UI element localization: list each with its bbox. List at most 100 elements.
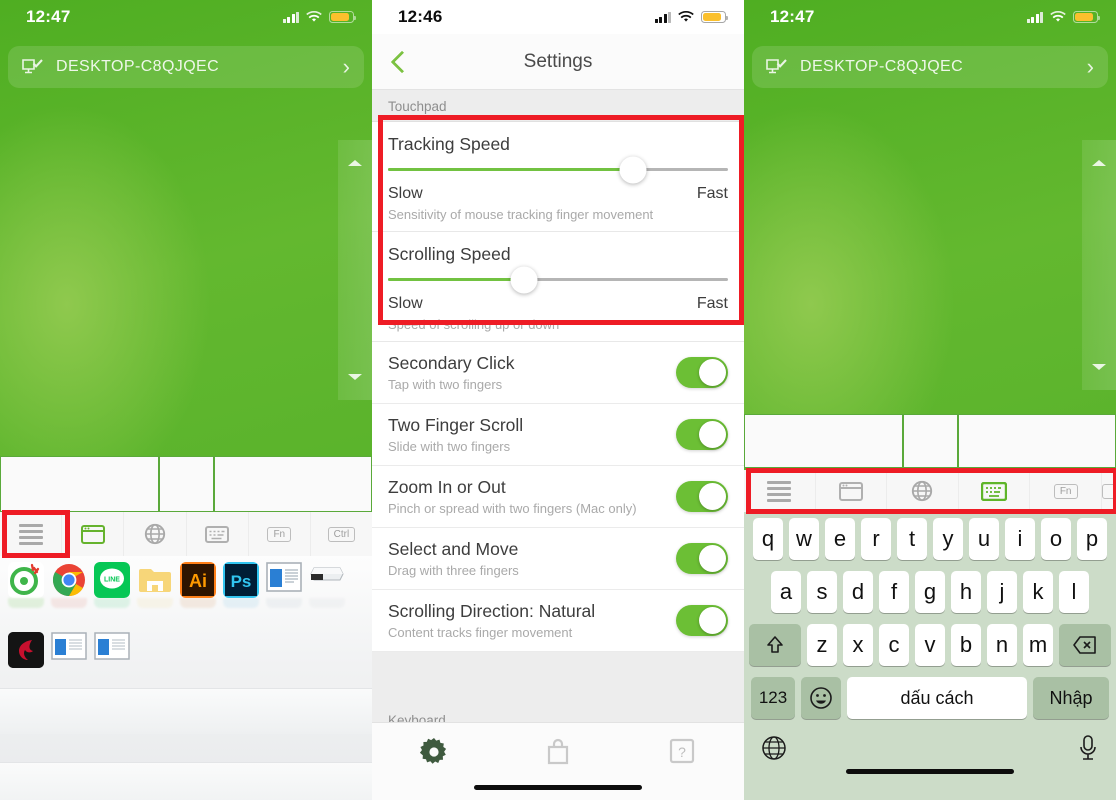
setting-row-secondary-click[interactable]: Secondary Click Tap with two fingers: [372, 342, 744, 404]
setting-row-scrolling-direction[interactable]: Scrolling Direction: Natural Content tra…: [372, 590, 744, 652]
wifi-icon: [1050, 11, 1066, 23]
scroll-up-chevron-icon[interactable]: [348, 160, 362, 166]
key-m[interactable]: m: [1023, 624, 1053, 666]
tab-help[interactable]: ?: [620, 737, 744, 765]
app-icon-green-c[interactable]: [8, 562, 44, 598]
mouse-middle-button[interactable]: [159, 456, 214, 512]
app-icon-usb-drive[interactable]: [309, 562, 345, 598]
key-b[interactable]: b: [951, 624, 981, 666]
mouse-left-button[interactable]: [0, 456, 159, 512]
app-icon-garena[interactable]: [8, 632, 44, 668]
right-remote-panel: 12:47 DESKTOP-C8QJQEC › Fn q w e r t y u…: [744, 0, 1116, 800]
tab-store[interactable]: [496, 737, 620, 765]
key-f[interactable]: f: [879, 571, 909, 613]
slider-max-label: Fast: [696, 185, 728, 202]
key-w[interactable]: w: [789, 518, 819, 560]
key-y[interactable]: y: [933, 518, 963, 560]
app-icon-chrome[interactable]: [51, 562, 87, 598]
key-space[interactable]: dấu cách: [847, 677, 1027, 719]
toolbar-ctrl-button[interactable]: Ctrl: [311, 512, 372, 556]
microphone-key-icon[interactable]: [1077, 734, 1099, 767]
toolbar-menu-button[interactable]: [0, 512, 63, 556]
key-e[interactable]: e: [825, 518, 855, 560]
toolbar-window-button[interactable]: [816, 470, 888, 512]
app-icon-photoshop[interactable]: Ps: [223, 562, 259, 598]
dock-row-1: LINE Ai Ps: [0, 556, 372, 598]
slider-knob[interactable]: [619, 156, 647, 183]
backspace-key-icon[interactable]: [1059, 624, 1111, 666]
tab-settings[interactable]: [372, 737, 496, 767]
toolbar-keyboard-button[interactable]: [959, 470, 1031, 512]
setting-row-zoom-in-or-out[interactable]: Zoom In or Out Pinch or spread with two …: [372, 466, 744, 528]
key-h[interactable]: h: [951, 571, 981, 613]
app-icon-window[interactable]: [51, 632, 87, 668]
key-k[interactable]: k: [1023, 571, 1053, 613]
toggle-scrolling-direction[interactable]: [676, 605, 728, 636]
mouse-right-button[interactable]: [214, 456, 372, 512]
key-u[interactable]: u: [969, 518, 999, 560]
toolbar-menu-button[interactable]: [744, 470, 816, 512]
key-l[interactable]: l: [1059, 571, 1089, 613]
key-n[interactable]: n: [987, 624, 1017, 666]
slider-knob[interactable]: [510, 266, 538, 293]
setting-row-two-finger-scroll[interactable]: Two Finger Scroll Slide with two fingers: [372, 404, 744, 466]
key-s[interactable]: s: [807, 571, 837, 613]
toolbar-ctrl-button[interactable]: [1101, 470, 1116, 512]
scrolling-speed-block: Scrolling Speed Slow Fast Speed of scrol…: [372, 232, 744, 342]
key-j[interactable]: j: [987, 571, 1017, 613]
slider-title: Scrolling Speed: [388, 244, 511, 264]
toggle-select-and-move[interactable]: [676, 543, 728, 574]
mouse-right-button[interactable]: [958, 414, 1116, 468]
key-return[interactable]: Nhập: [1033, 677, 1109, 719]
globe-key-icon[interactable]: [761, 735, 787, 766]
toggle-zoom-in-or-out[interactable]: [676, 481, 728, 512]
toolbar-window-button[interactable]: [62, 512, 125, 556]
setting-row-select-and-move[interactable]: Select and Move Drag with three fingers: [372, 528, 744, 590]
scroll-down-chevron-icon[interactable]: [1092, 364, 1106, 370]
menu-hamburger-icon: [767, 480, 792, 502]
app-icon-line[interactable]: LINE: [94, 562, 130, 598]
wifi-icon: [306, 11, 322, 23]
scroll-up-chevron-icon[interactable]: [1092, 160, 1106, 166]
key-z[interactable]: z: [807, 624, 837, 666]
emoji-key-icon[interactable]: [801, 677, 841, 719]
toggle-two-finger-scroll[interactable]: [676, 419, 728, 450]
toolbar-fn-button[interactable]: Fn: [1030, 470, 1102, 512]
toolbar-fn-button[interactable]: Fn: [249, 512, 311, 556]
shift-key-icon[interactable]: [749, 624, 801, 666]
toolbar-globe-button[interactable]: [124, 512, 187, 556]
row-title: Select and Move: [388, 539, 519, 559]
scroll-down-chevron-icon[interactable]: [348, 374, 362, 380]
device-bar[interactable]: DESKTOP-C8QJQEC ›: [752, 46, 1108, 88]
app-icon-window[interactable]: [266, 562, 302, 598]
key-g[interactable]: g: [915, 571, 945, 613]
key-d[interactable]: d: [843, 571, 873, 613]
app-icon-illustrator[interactable]: Ai: [180, 562, 216, 598]
mouse-left-button[interactable]: [744, 414, 903, 468]
key-p[interactable]: p: [1077, 518, 1107, 560]
battery-icon: [701, 11, 728, 23]
scrolling-speed-slider[interactable]: [388, 266, 728, 293]
key-x[interactable]: x: [843, 624, 873, 666]
app-icon-file-explorer[interactable]: [137, 562, 173, 598]
key-o[interactable]: o: [1041, 518, 1071, 560]
device-bar[interactable]: DESKTOP-C8QJQEC ›: [8, 46, 364, 88]
mouse-middle-button[interactable]: [903, 414, 958, 468]
row-text: Zoom In or Out Pinch or spread with two …: [388, 477, 676, 516]
toolbar-keyboard-button[interactable]: [187, 512, 249, 556]
remote-desktop-view[interactable]: LINE Ai Ps: [0, 556, 372, 800]
key-q[interactable]: q: [753, 518, 783, 560]
right-scroll-strip[interactable]: [1082, 140, 1116, 390]
left-scroll-strip[interactable]: [338, 140, 372, 400]
key-r[interactable]: r: [861, 518, 891, 560]
key-numeric-switch[interactable]: 123: [751, 677, 795, 719]
key-a[interactable]: a: [771, 571, 801, 613]
tracking-speed-slider[interactable]: [388, 156, 728, 183]
key-c[interactable]: c: [879, 624, 909, 666]
key-t[interactable]: t: [897, 518, 927, 560]
key-i[interactable]: i: [1005, 518, 1035, 560]
app-icon-window[interactable]: [94, 632, 130, 668]
toolbar-globe-button[interactable]: [887, 470, 959, 512]
toggle-secondary-click[interactable]: [676, 357, 728, 388]
key-v[interactable]: v: [915, 624, 945, 666]
